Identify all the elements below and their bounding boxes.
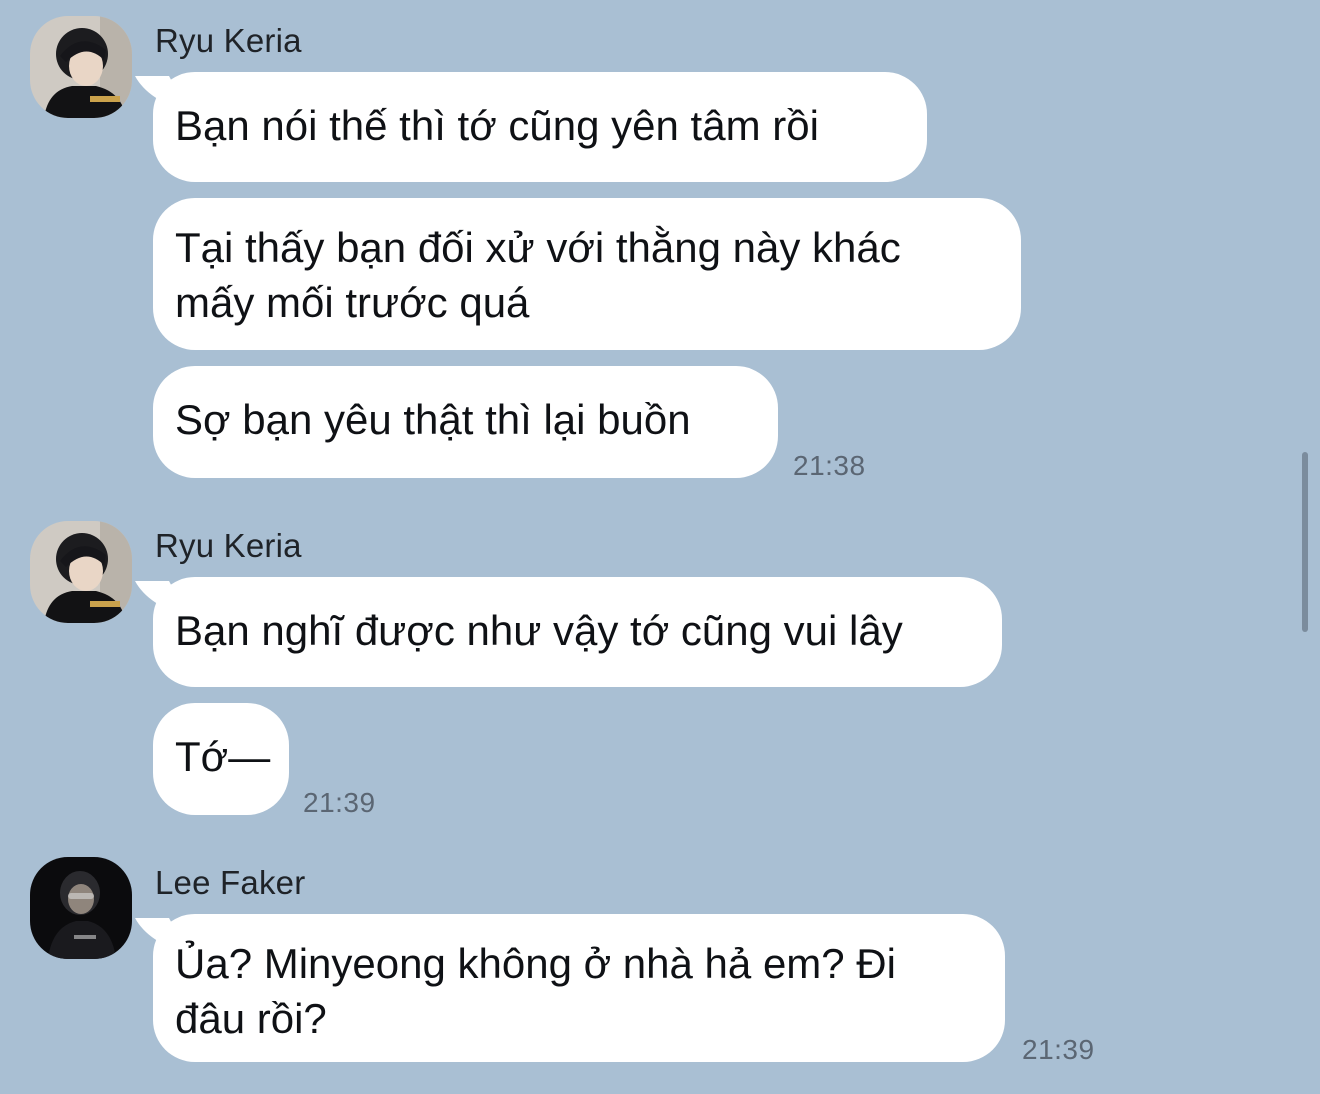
user-avatar-faker-icon [30, 857, 132, 959]
message-bubble[interactable]: Ủa? Minyeong không ở nhà hả em? Đi đâu r… [153, 914, 1005, 1062]
message-bubble[interactable]: Bạn nói thế thì tớ cũng yên tâm rồi [153, 72, 927, 182]
message-timestamp: 21:39 [303, 787, 376, 818]
message-bubble[interactable]: Bạn nghĩ được như vậy tớ cũng vui lây [153, 577, 1002, 687]
message-bubble[interactable]: Sợ bạn yêu thật thì lại buồn [153, 366, 778, 478]
message-text: đâu rồi? [175, 995, 327, 1042]
user-avatar-keria-icon [30, 521, 132, 623]
sender-name: Lee Faker [155, 864, 306, 901]
sender-avatar-keria[interactable] [30, 521, 132, 623]
message-timestamp: 21:38 [793, 450, 866, 481]
message-timestamp: 21:39 [1022, 1034, 1095, 1065]
message-text: Bạn nghĩ được như vậy tớ cũng vui lây [175, 607, 903, 654]
message-bubble[interactable]: Tớ— [153, 703, 289, 815]
sender-avatar-keria[interactable] [30, 16, 132, 118]
user-avatar-keria-icon [30, 16, 132, 118]
sender-name: Ryu Keria [155, 527, 302, 564]
chat-message-list[interactable]: Ryu Keria Bạn nói thế thì tớ cũng yên tâ… [0, 0, 1320, 1094]
message-text: Bạn nói thế thì tớ cũng yên tâm rồi [175, 102, 819, 149]
message-bubble[interactable]: Tại thấy bạn đối xử với thằng này khác m… [153, 198, 1021, 350]
sender-name: Ryu Keria [155, 22, 302, 59]
scrollbar[interactable] [1302, 452, 1308, 632]
message-text: Ủa? Minyeong không ở nhà hả em? Đi [175, 940, 896, 987]
sender-avatar-faker[interactable] [30, 857, 132, 959]
message-text: mấy mối trước quá [175, 279, 530, 326]
message-text: Tại thấy bạn đối xử với thằng này khác [175, 224, 901, 271]
message-text: Tớ— [175, 733, 271, 780]
message-text: Sợ bạn yêu thật thì lại buồn [175, 396, 691, 443]
